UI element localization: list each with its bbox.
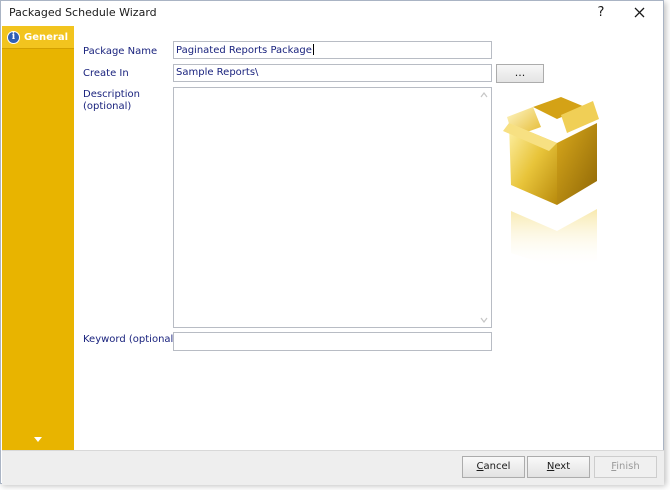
close-icon: [634, 7, 644, 18]
description-label: Description (optional): [83, 89, 140, 113]
sidebar-item-general[interactable]: i General: [2, 26, 74, 49]
description-textarea[interactable]: [173, 87, 492, 328]
finish-button[interactable]: Finish: [594, 456, 657, 478]
keyword-input[interactable]: [173, 332, 492, 351]
description-label-line2: (optional): [83, 101, 132, 112]
package-name-input[interactable]: Paginated Reports Package: [173, 41, 492, 59]
browse-folder-button[interactable]: ...: [496, 64, 544, 83]
help-button[interactable]: ?: [591, 4, 611, 22]
sidebar: i General: [2, 26, 74, 450]
package-name-value: Paginated Reports Package: [176, 45, 312, 56]
close-button[interactable]: [628, 4, 650, 22]
package-box-icon: [503, 97, 599, 268]
package-name-label: Package Name: [83, 46, 158, 57]
keyword-label: Keyword (optional): [83, 334, 178, 345]
text-caret: [312, 44, 314, 55]
background-ghost-text: [121, 470, 124, 480]
wizard-window: Packaged Schedule Wizard ? i General Pac…: [0, 0, 664, 485]
scroll-up-icon[interactable]: [480, 92, 488, 98]
create-in-input[interactable]: Sample Reports\: [173, 64, 492, 82]
description-label-line1: Description: [83, 89, 140, 100]
scroll-down-icon[interactable]: [480, 317, 488, 323]
window-title: Packaged Schedule Wizard: [9, 6, 157, 19]
scroll-down-arrow-icon[interactable]: [33, 435, 43, 443]
next-button[interactable]: Next: [527, 456, 590, 478]
cancel-button[interactable]: Cancel: [462, 456, 525, 478]
create-in-label: Create In: [83, 68, 129, 79]
sidebar-item-label: General: [24, 31, 68, 43]
title-bar[interactable]: Packaged Schedule Wizard ?: [1, 1, 663, 25]
description-scrollbar[interactable]: [477, 88, 491, 327]
create-in-value: Sample Reports\: [176, 67, 259, 78]
info-icon: i: [7, 30, 20, 44]
